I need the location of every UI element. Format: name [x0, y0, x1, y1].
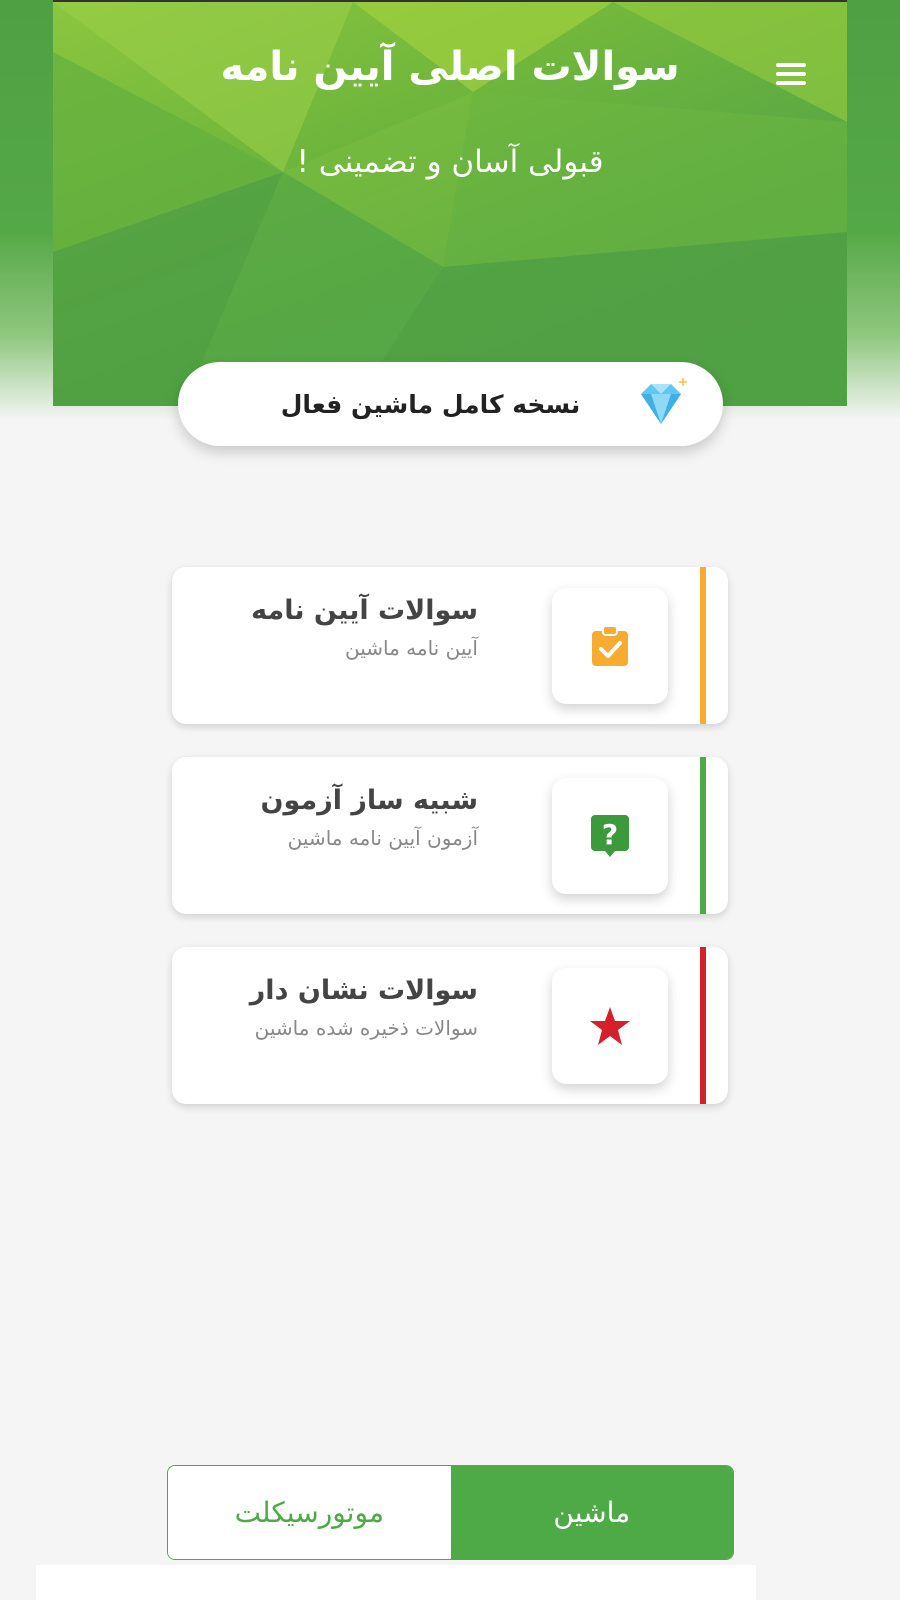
card-texts: سوالات آیین نامه آیین نامه ماشین	[251, 595, 478, 660]
card-accent-stripe	[700, 567, 706, 724]
card-bookmarked-questions[interactable]: سوالات نشان دار سوالات ذخیره شده ماشین	[172, 947, 728, 1104]
card-title: سوالات آیین نامه	[251, 595, 478, 626]
card-subtitle: آزمون آیین نامه ماشین	[287, 826, 478, 850]
card-icon-box	[552, 968, 668, 1084]
card-regulations-questions[interactable]: سوالات آیین نامه آیین نامه ماشین	[172, 567, 728, 724]
premium-version-button[interactable]: نسخه کامل ماشین فعال	[178, 362, 723, 446]
app-header: سوالات اصلی آیین نامه قبولی آسان و تضمین…	[53, 0, 847, 406]
card-icon-box: ?	[552, 778, 668, 894]
tab-motorcycle[interactable]: موتورسیکلت	[168, 1466, 451, 1559]
premium-label: نسخه کامل ماشین فعال	[280, 389, 581, 419]
vehicle-type-tabs: موتورسیکلت ماشین	[167, 1465, 734, 1560]
star-icon	[590, 1007, 630, 1045]
clipboard-check-icon	[592, 625, 628, 666]
page-title: سوالات اصلی آیین نامه	[220, 44, 680, 90]
tab-car[interactable]: ماشین	[450, 1466, 733, 1559]
card-title: شبیه ساز آزمون	[260, 785, 479, 816]
diamond-icon	[641, 378, 687, 424]
card-texts: سوالات نشان دار سوالات ذخیره شده ماشین	[250, 975, 478, 1040]
card-subtitle: آیین نامه ماشین	[344, 636, 478, 660]
svg-text:?: ?	[602, 818, 618, 851]
card-accent-stripe	[700, 757, 706, 914]
card-subtitle: سوالات ذخیره شده ماشین	[254, 1016, 478, 1040]
card-accent-stripe	[700, 947, 706, 1104]
card-texts: شبیه ساز آزمون آزمون آیین نامه ماشین	[261, 785, 479, 850]
bottom-panel-edge	[36, 1565, 756, 1600]
card-exam-simulator[interactable]: ? شبیه ساز آزمون آزمون آیین نامه ماشین	[172, 757, 728, 914]
card-title: سوالات نشان دار	[249, 975, 478, 1006]
page-subtitle: قبولی آسان و تضمینی !	[296, 144, 604, 180]
question-mark-icon: ?	[591, 815, 629, 857]
card-icon-box	[552, 588, 668, 704]
